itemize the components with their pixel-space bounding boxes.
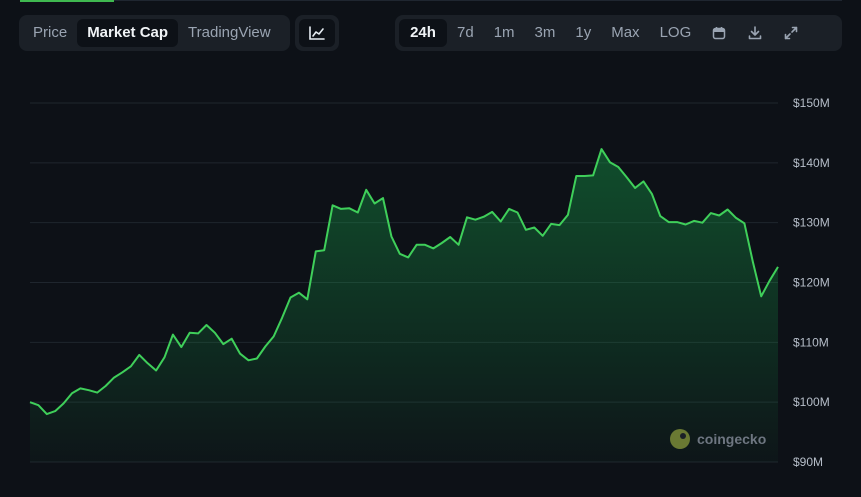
- gecko-eye: [680, 433, 686, 439]
- y-tick-label: $140M: [793, 156, 830, 170]
- y-tick-label: $110M: [793, 335, 829, 349]
- y-tick-label: $90M: [793, 455, 823, 469]
- watermark-text: coingecko: [697, 431, 766, 447]
- y-tick-label: $120M: [793, 276, 830, 290]
- coingecko-watermark: coingecko: [670, 429, 766, 449]
- y-tick-label: $150M: [793, 96, 830, 110]
- series-area: [30, 149, 778, 462]
- y-tick-label: $130M: [793, 216, 830, 230]
- market-cap-chart[interactable]: $150M $140M $130M $120M $110M $100M $90M coing…: [0, 0, 861, 497]
- gecko-logo-icon: [670, 429, 690, 449]
- y-tick-label: $100M: [793, 395, 830, 409]
- y-axis-labels: $150M $140M $130M $120M $110M $100M $90M: [793, 96, 830, 469]
